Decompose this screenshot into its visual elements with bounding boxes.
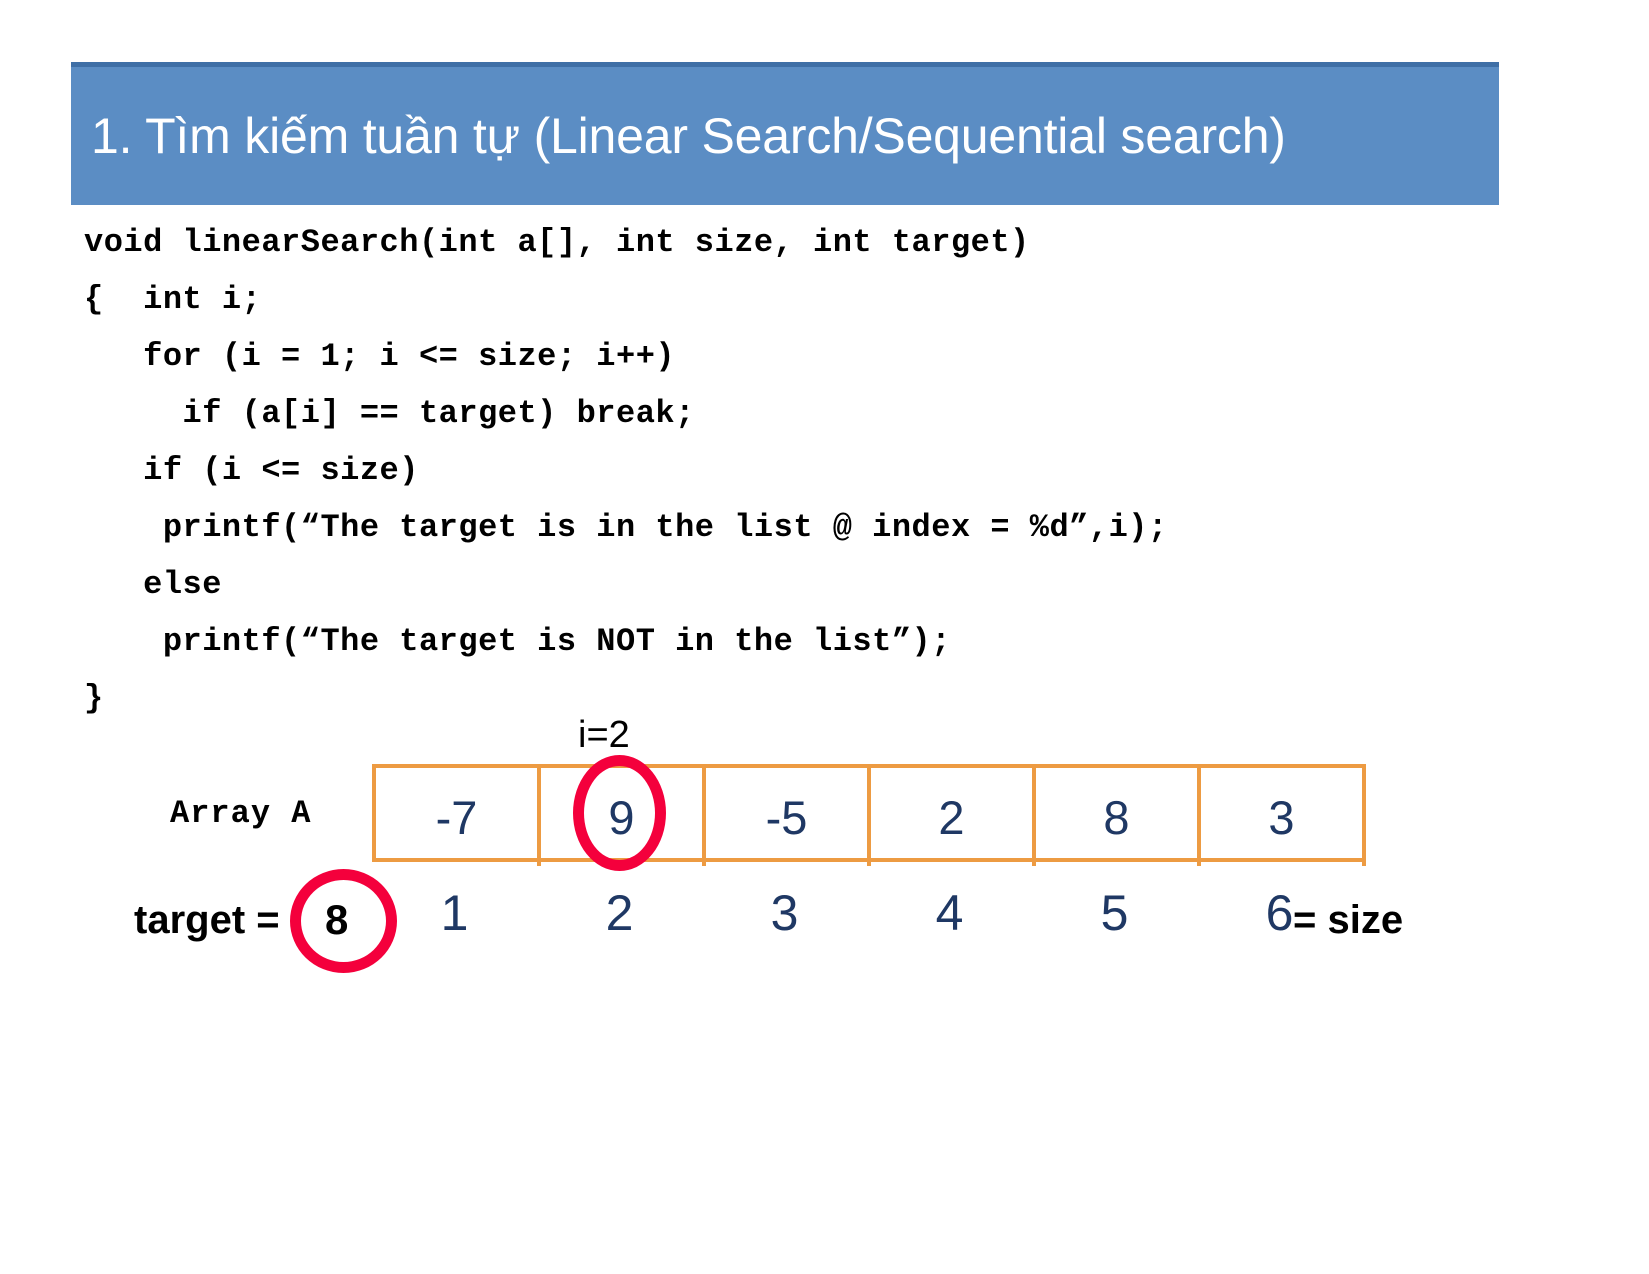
code-line: { int i; — [84, 281, 262, 318]
array-cell-value: -5 — [765, 790, 808, 844]
target-label: target = — [134, 898, 280, 942]
array-cell-value: 8 — [1103, 790, 1130, 844]
code-block: void linearSearch(int a[], int size, int… — [84, 214, 1564, 727]
code-line: printf(“The target is in the list @ inde… — [84, 509, 1168, 546]
slide-title-bar: 1. Tìm kiếm tuần tự (Linear Search/Seque… — [71, 62, 1499, 205]
array-cell[interactable]: -5 — [706, 768, 871, 866]
code-line: for (i = 1; i <= size; i++) — [84, 338, 676, 375]
array-name-label: Array A — [170, 795, 312, 832]
code-line: if (a[i] == target) break; — [84, 395, 695, 432]
array-index: 4 — [935, 885, 964, 941]
array-index-row: 1 2 3 4 5 6 — [372, 884, 1362, 942]
code-line: } — [84, 680, 104, 717]
code-line: printf(“The target is NOT in the list”); — [84, 623, 951, 660]
target-value: 8 — [325, 896, 349, 943]
array-cell-value: 3 — [1268, 790, 1295, 844]
size-annotation: = size — [1293, 898, 1404, 942]
code-line: else — [84, 566, 222, 603]
array-index: 5 — [1100, 885, 1129, 941]
array-cell-value: 2 — [938, 790, 965, 844]
array-index: 3 — [770, 885, 799, 941]
array-index: 1 — [440, 885, 469, 941]
page-title: 1. Tìm kiếm tuần tự (Linear Search/Seque… — [91, 108, 1286, 164]
array-cell-value: 9 — [608, 790, 635, 844]
array-cell-value: -7 — [435, 790, 478, 844]
code-line: if (i <= size) — [84, 452, 419, 489]
array-cell[interactable]: 2 — [871, 768, 1036, 866]
array-index: 2 — [605, 885, 634, 941]
code-line: void linearSearch(int a[], int size, int… — [84, 224, 1030, 261]
loop-index-pointer-label: i=2 — [578, 714, 630, 756]
array-cell[interactable]: 8 — [1036, 768, 1201, 866]
array-cell[interactable]: -7 — [376, 768, 541, 866]
array-cells-row: -7 9 -5 2 8 3 — [372, 764, 1366, 866]
array-cell[interactable]: 3 — [1201, 768, 1366, 866]
